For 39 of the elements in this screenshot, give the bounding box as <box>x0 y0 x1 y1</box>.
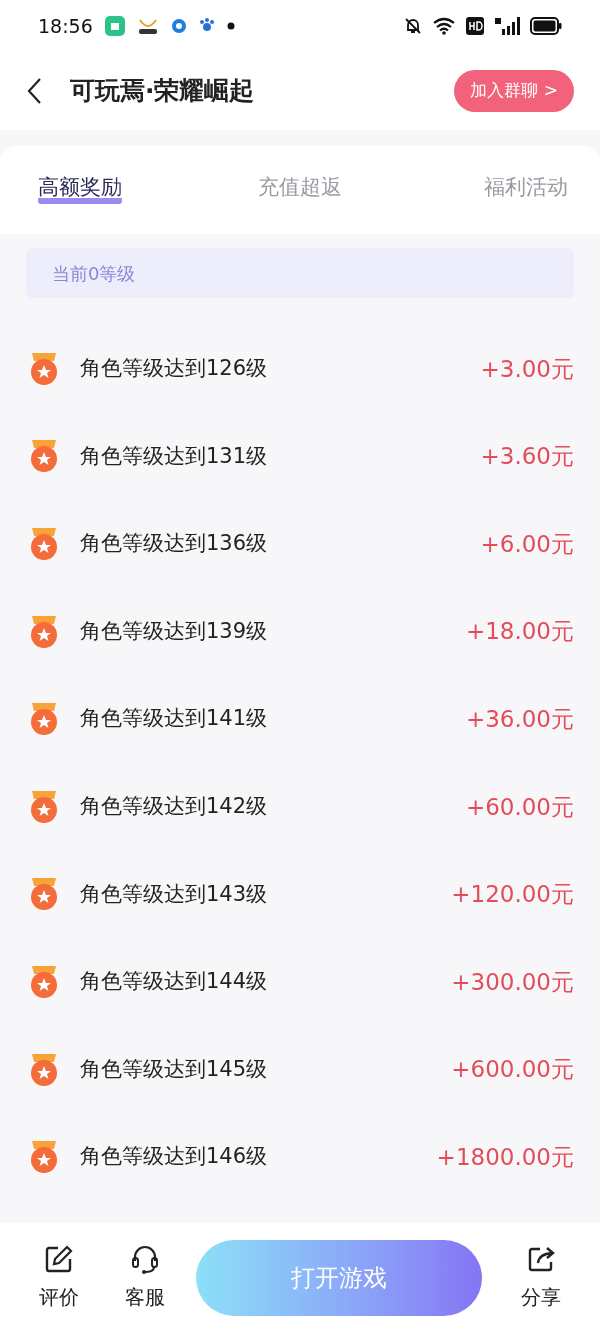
app-notification-icon <box>104 16 125 36</box>
edit-icon[interactable] <box>44 1244 74 1274</box>
level-banner: 当前0等级 <box>26 248 574 298</box>
app-notification-icon <box>170 18 187 34</box>
reward-amount: +600.00元 <box>451 1055 574 1085</box>
dot-icon <box>226 22 235 30</box>
page-title: 可玩焉·荣耀崛起 <box>70 75 256 108</box>
battery-icon <box>530 17 562 35</box>
reward-amount: +3.60元 <box>480 442 574 472</box>
reward-amount: +300.00元 <box>451 967 574 997</box>
headset-icon[interactable] <box>130 1244 160 1276</box>
bell-muted-icon <box>404 17 422 35</box>
wifi-icon <box>432 17 456 35</box>
share-label[interactable]: 分享 <box>521 1282 561 1312</box>
reward-amount: +1800.00元 <box>436 1142 574 1172</box>
review-label[interactable]: 评价 <box>39 1282 79 1312</box>
reward-amount: +36.00元 <box>465 704 574 734</box>
share-icon[interactable] <box>526 1244 556 1274</box>
reward-condition: 角色等级达到142级 <box>80 793 269 820</box>
reward-amount: +60.00元 <box>465 792 574 822</box>
reward-condition: 角色等级达到145级 <box>80 1055 269 1083</box>
reward-condition: 角色等级达到131级 <box>80 442 269 470</box>
reward-condition: 角色等级达到136级 <box>80 530 269 558</box>
hd-icon <box>466 17 484 35</box>
reward-amount: +6.00元 <box>480 529 574 559</box>
reward-amount: +18.00元 <box>465 617 574 647</box>
reward-condition: 角色等级达到126级 <box>80 355 269 383</box>
reward-condition: 角色等级达到146级 <box>80 1143 269 1171</box>
customer-service-label[interactable]: 客服 <box>125 1282 165 1312</box>
reward-amount: +120.00元 <box>451 880 574 910</box>
signal-icon <box>494 16 520 36</box>
reward-condition: 角色等级达到141级 <box>80 705 269 733</box>
back-icon[interactable] <box>26 77 42 105</box>
tab[interactable]: 高额奖励 <box>38 176 122 204</box>
reward-amount: +3.00元 <box>480 354 574 384</box>
reward-condition: 角色等级达到139级 <box>80 617 269 645</box>
status-time: 18:56 <box>38 13 93 39</box>
reward-condition: 角色等级达到144级 <box>80 968 269 996</box>
reward-condition: 角色等级达到143级 <box>80 880 269 908</box>
